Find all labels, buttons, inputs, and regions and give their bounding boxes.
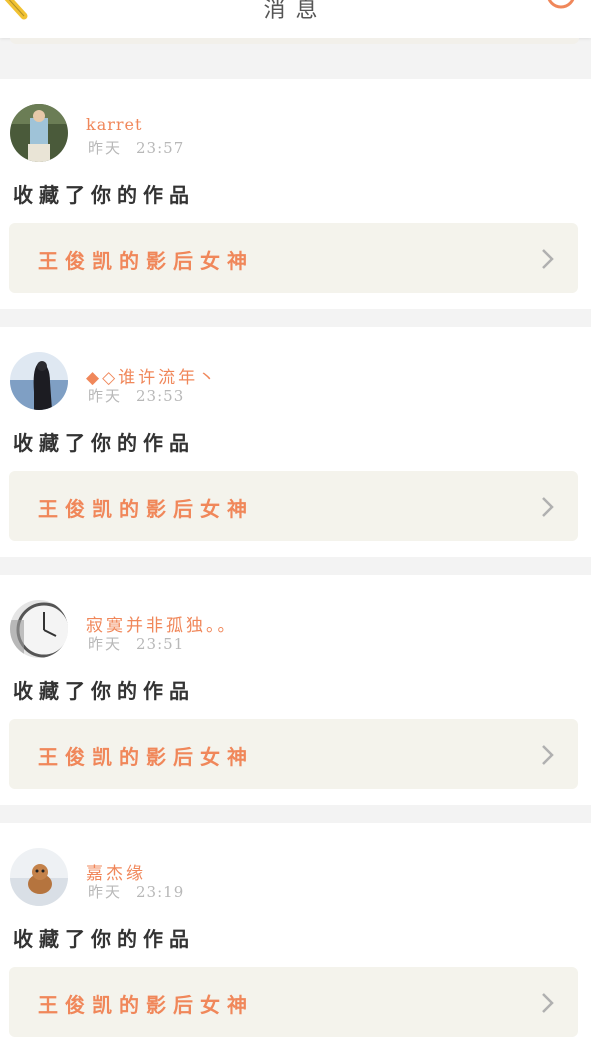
avatar-image	[10, 352, 68, 410]
avatar-image	[10, 600, 68, 658]
time-clock: 23:51	[136, 635, 185, 653]
timestamp: 昨天 23:53	[88, 385, 184, 406]
page-title: 消息	[263, 0, 328, 23]
work-link[interactable]: 王俊凯的影后女神	[9, 967, 578, 1037]
previous-card-edge	[10, 38, 579, 44]
time-day: 昨天	[88, 883, 123, 901]
notification-card[interactable]: ◆◇谁许流年丶 昨天 23:53 收藏了你的作品 王俊凯的影后女神	[0, 327, 591, 557]
timestamp: 昨天 23:57	[88, 137, 184, 158]
work-title: 王俊凯的影后女神	[38, 993, 254, 1017]
notification-card[interactable]: 嘉杰缘 昨天 23:19 收藏了你的作品 王俊凯的影后女神	[0, 823, 591, 1053]
chevron-right-icon	[542, 745, 554, 765]
time-clock: 23:19	[136, 883, 185, 901]
timestamp: 昨天 23:19	[88, 881, 184, 902]
work-link[interactable]: 王俊凯的影后女神	[9, 719, 578, 789]
avatar-image	[10, 104, 68, 162]
timestamp: 昨天 23:51	[88, 633, 184, 654]
action-text: 收藏了你的作品	[13, 183, 195, 207]
work-link[interactable]: 王俊凯的影后女神	[9, 471, 578, 541]
notification-card[interactable]: 寂寞并非孤独。。 昨天 23:51 收藏了你的作品 王俊凯的影后女神	[0, 575, 591, 805]
work-title: 王俊凯的影后女神	[38, 497, 254, 521]
time-day: 昨天	[88, 387, 123, 405]
avatar[interactable]	[10, 104, 68, 162]
work-title: 王俊凯的影后女神	[38, 249, 254, 273]
work-link[interactable]: 王俊凯的影后女神	[9, 223, 578, 293]
chevron-right-icon	[542, 249, 554, 269]
time-day: 昨天	[88, 635, 123, 653]
notification-card[interactable]: karret 昨天 23:57 收藏了你的作品 王俊凯的影后女神	[0, 79, 591, 309]
action-text: 收藏了你的作品	[13, 679, 195, 703]
chevron-right-icon	[542, 497, 554, 517]
avatar[interactable]	[10, 600, 68, 658]
username[interactable]: karret	[86, 115, 142, 134]
time-clock: 23:57	[136, 139, 185, 157]
search-icon[interactable]	[543, 0, 583, 20]
time-clock: 23:53	[136, 387, 185, 405]
work-title: 王俊凯的影后女神	[38, 745, 254, 769]
action-text: 收藏了你的作品	[13, 927, 195, 951]
action-text: 收藏了你的作品	[13, 431, 195, 455]
chevron-right-icon	[542, 993, 554, 1013]
top-bar: 消息	[0, 0, 591, 44]
avatar[interactable]	[10, 848, 68, 906]
avatar-image	[10, 848, 68, 906]
time-day: 昨天	[88, 139, 123, 157]
avatar[interactable]	[10, 352, 68, 410]
